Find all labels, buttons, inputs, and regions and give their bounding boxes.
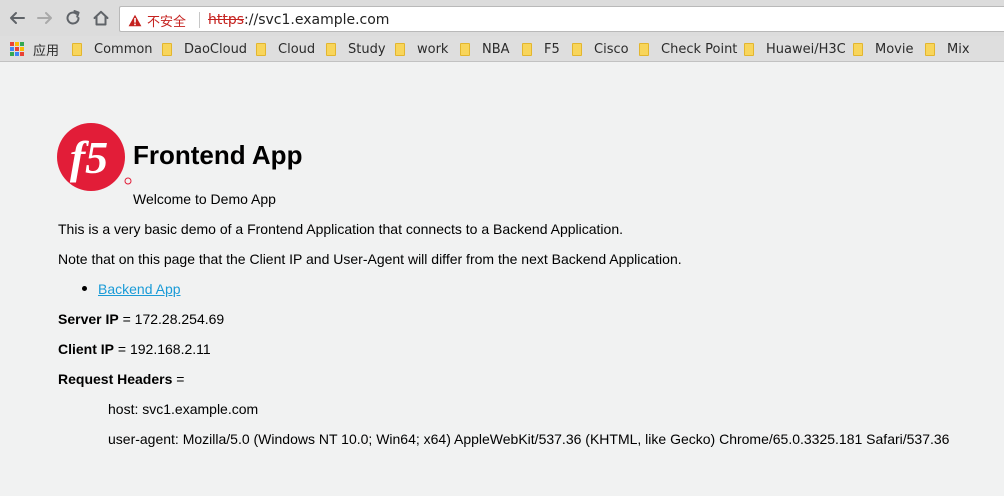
folder-icon bbox=[460, 42, 470, 56]
address-bar[interactable]: 不安全 https://svc1.example.com bbox=[119, 6, 1004, 32]
request-headers-eq: = bbox=[172, 371, 185, 387]
server-ip-row: Server IP = 172.28.254.69 bbox=[58, 311, 224, 327]
bookmark-label: Mix bbox=[947, 41, 970, 57]
folder-icon bbox=[744, 42, 754, 56]
intro-text: This is a very basic demo of a Frontend … bbox=[58, 221, 623, 237]
bookmark-huawei-h3c[interactable]: Huawei/H3C bbox=[744, 40, 846, 58]
bookmark-label: work bbox=[417, 41, 449, 57]
folder-icon bbox=[72, 42, 82, 56]
folder-icon bbox=[639, 42, 649, 56]
bookmark-cloud[interactable]: Cloud bbox=[256, 40, 315, 58]
request-headers-row: Request Headers = bbox=[58, 371, 184, 387]
bookmark-check-point[interactable]: Check Point bbox=[639, 40, 737, 58]
folder-icon bbox=[572, 42, 582, 56]
backend-link-item: Backend App bbox=[98, 281, 181, 297]
back-arrow-icon bbox=[10, 12, 25, 24]
bookmark-label: Cloud bbox=[278, 41, 316, 57]
security-indicator[interactable]: 不安全 bbox=[128, 11, 187, 30]
bookmark-label: Huawei/H3C bbox=[766, 41, 846, 57]
warning-icon bbox=[128, 14, 142, 26]
bookmark-label: Cisco bbox=[594, 41, 629, 57]
header-user-agent: user-agent: Mozilla/5.0 (Windows NT 10.0… bbox=[108, 431, 950, 447]
client-ip-row: Client IP = 192.168.2.11 bbox=[58, 341, 211, 357]
reload-icon bbox=[66, 10, 80, 25]
folder-icon bbox=[395, 42, 405, 56]
home-button[interactable] bbox=[91, 8, 111, 28]
url-host: ://svc1.example.com bbox=[244, 12, 390, 28]
back-button[interactable] bbox=[7, 8, 27, 28]
f5-logo-text: f5 bbox=[70, 132, 108, 183]
bookmark-movie[interactable]: Movie bbox=[853, 40, 913, 58]
home-icon bbox=[93, 10, 109, 26]
bookmark-label: Common bbox=[94, 41, 153, 57]
bookmark-label: DaoCloud bbox=[184, 41, 248, 57]
welcome-text: Welcome to Demo App bbox=[133, 191, 276, 207]
bookmark-f5[interactable]: F5 bbox=[522, 40, 560, 58]
apps-grid-icon bbox=[10, 42, 24, 56]
url-scheme: https bbox=[208, 12, 245, 28]
bookmark-label: Check Point bbox=[661, 41, 738, 57]
folder-icon bbox=[256, 42, 266, 56]
bookmark-nba[interactable]: NBA bbox=[460, 40, 510, 58]
bookmark-label: F5 bbox=[544, 41, 560, 57]
folder-icon bbox=[326, 42, 336, 56]
bookmark-work[interactable]: work bbox=[395, 40, 448, 58]
server-ip-label: Server IP bbox=[58, 311, 119, 327]
bookmark-daocloud[interactable]: DaoCloud bbox=[162, 40, 247, 58]
forward-button[interactable] bbox=[35, 8, 55, 28]
bookmark-common[interactable]: Common bbox=[72, 40, 153, 58]
bookmark-label: NBA bbox=[482, 41, 510, 57]
server-ip-value: = 172.28.254.69 bbox=[118, 311, 225, 327]
client-ip-label: Client IP bbox=[58, 341, 115, 357]
forward-arrow-icon bbox=[37, 12, 52, 24]
browser-toolbar: 不安全 https://svc1.example.com bbox=[0, 0, 1004, 36]
browser-chrome: 不安全 https://svc1.example.com 应用 Common D… bbox=[0, 0, 1004, 62]
page-content: f5 Frontend App Welcome to Demo App This… bbox=[0, 62, 1004, 496]
bookmark-cisco[interactable]: Cisco bbox=[572, 40, 629, 58]
reload-button[interactable] bbox=[63, 8, 83, 28]
bookmark-mix[interactable]: Mix bbox=[925, 40, 970, 58]
bookmark-apps[interactable]: 应用 bbox=[10, 40, 60, 59]
bookmark-label: Study bbox=[348, 41, 386, 57]
bookmark-apps-label: 应用 bbox=[33, 43, 60, 59]
backend-app-link[interactable]: Backend App bbox=[98, 281, 181, 297]
folder-icon bbox=[853, 42, 863, 56]
list-bullet bbox=[82, 286, 87, 291]
folder-icon bbox=[925, 42, 935, 56]
note-text: Note that on this page that the Client I… bbox=[58, 251, 682, 267]
url-text[interactable]: https://svc1.example.com bbox=[208, 11, 389, 29]
omnibox-separator bbox=[199, 12, 200, 28]
bookmark-study[interactable]: Study bbox=[326, 40, 386, 58]
bookmarks-bar: 应用 Common DaoCloud Cloud Study work NBA … bbox=[0, 36, 1004, 62]
folder-icon bbox=[522, 42, 532, 56]
request-headers-label: Request Headers bbox=[58, 371, 173, 387]
bookmark-label: Movie bbox=[875, 41, 914, 57]
client-ip-value: = 192.168.2.11 bbox=[114, 341, 211, 357]
header-host: host: svc1.example.com bbox=[108, 401, 259, 417]
page-title: Frontend App bbox=[133, 140, 303, 170]
f5-logo: f5 bbox=[57, 123, 132, 191]
folder-icon bbox=[162, 42, 172, 56]
security-label: 不安全 bbox=[147, 14, 187, 30]
